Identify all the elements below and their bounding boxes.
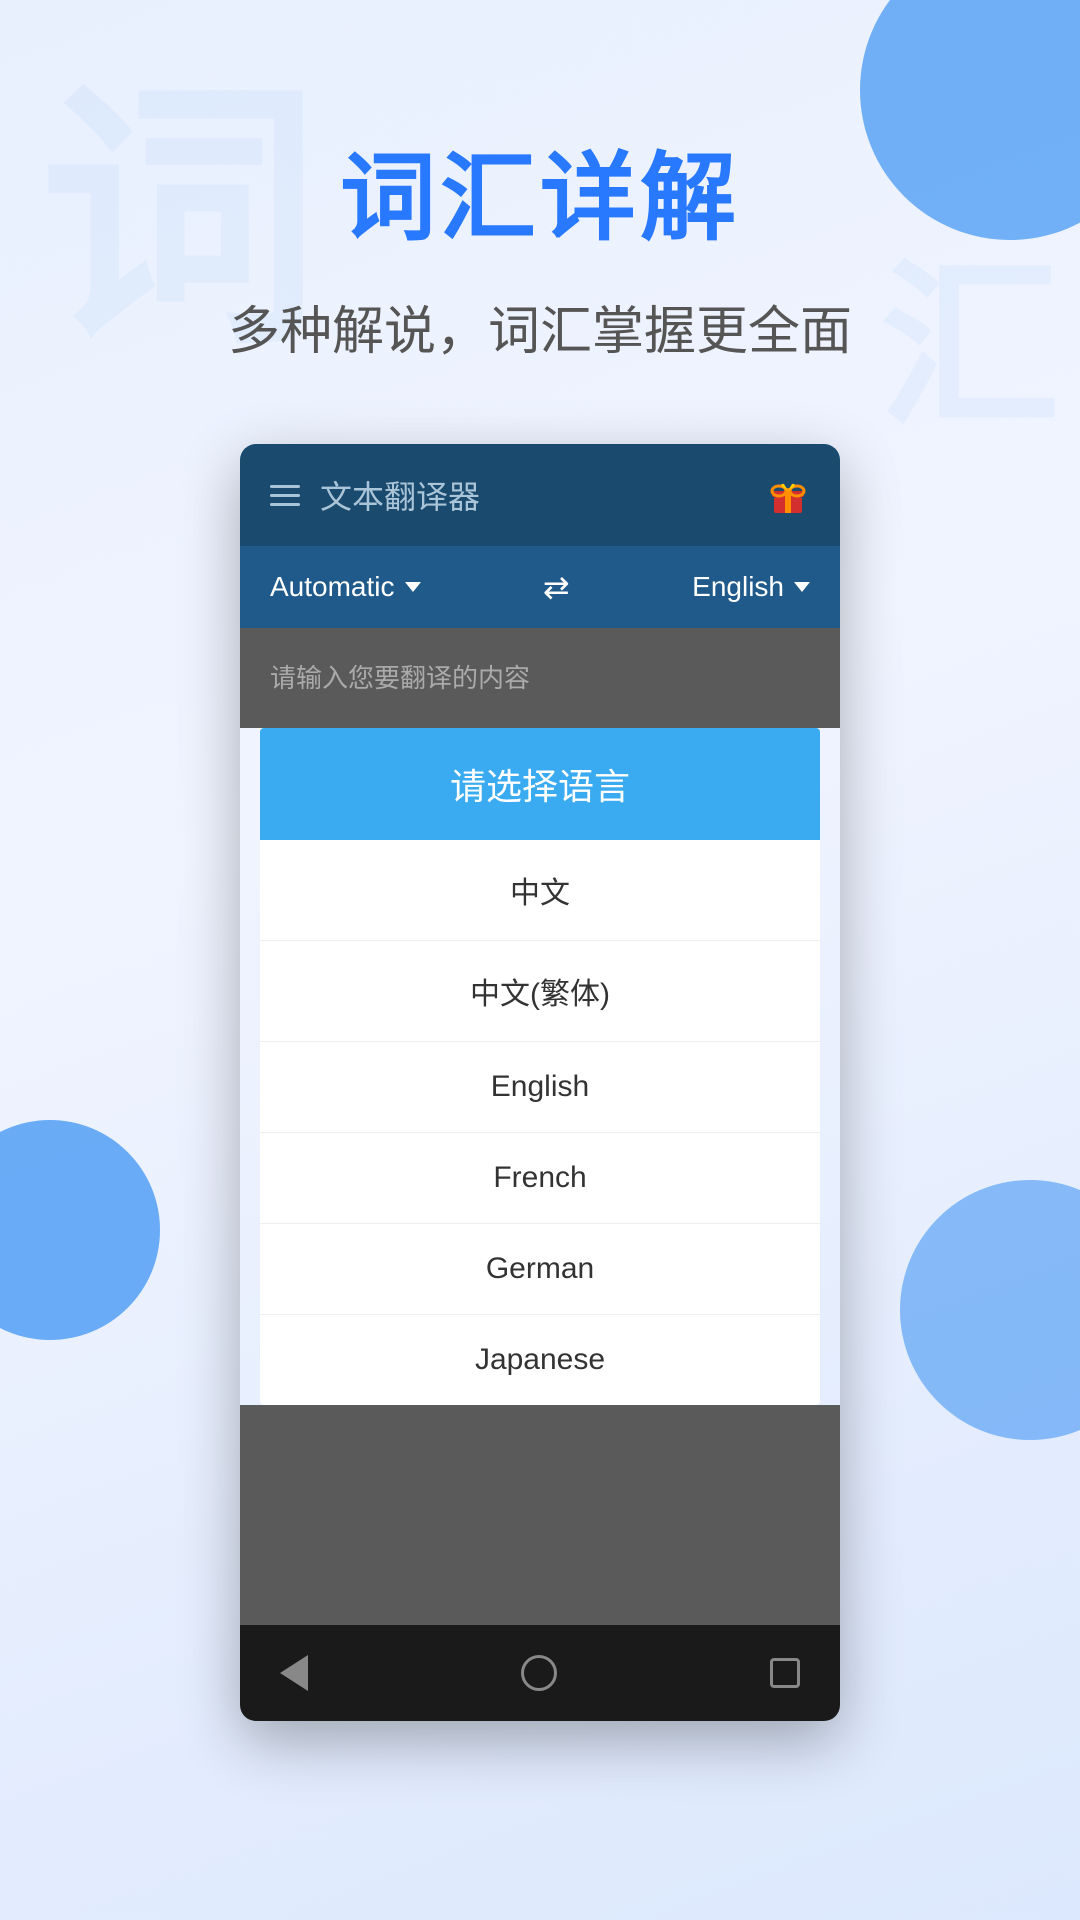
lang-option-ja[interactable]: Japanese xyxy=(260,1315,820,1405)
language-dialog: 请选择语言 中文中文(繁体)EnglishFrenchGermanJapanes… xyxy=(260,728,820,1405)
swap-icon[interactable]: ⇄ xyxy=(543,568,570,606)
main-title: 词汇详解 xyxy=(340,120,740,259)
dialog-body: 中文中文(繁体)EnglishFrenchGermanJapanese xyxy=(260,840,820,1405)
source-lang-dropdown-arrow xyxy=(405,582,421,592)
lang-bar: Automatic ⇄ English xyxy=(240,546,840,628)
nav-home-button[interactable] xyxy=(521,1655,557,1691)
source-lang-selector[interactable]: Automatic xyxy=(270,571,421,603)
gift-icon[interactable] xyxy=(766,473,810,517)
lang-option-fr[interactable]: French xyxy=(260,1133,820,1224)
content-area: 请输入您要翻译的内容 xyxy=(240,628,840,728)
target-lang-text: English xyxy=(692,571,784,603)
lang-option-en[interactable]: English xyxy=(260,1042,820,1133)
target-lang-dropdown-arrow xyxy=(794,582,810,592)
app-bar: 文本翻译器 xyxy=(240,444,840,546)
page-content: 词汇详解 多种解说，词汇掌握更全面 文本翻译器 xyxy=(0,0,1080,1721)
lang-option-zh-tw[interactable]: 中文(繁体) xyxy=(260,941,820,1042)
lang-option-zh[interactable]: 中文 xyxy=(260,840,820,941)
app-bar-title: 文本翻译器 xyxy=(320,472,480,518)
dialog-title: 请选择语言 xyxy=(450,766,630,807)
hamburger-icon[interactable] xyxy=(270,485,300,506)
target-lang-selector[interactable]: English xyxy=(692,571,810,603)
source-lang-text: Automatic xyxy=(270,571,395,603)
nav-back-button[interactable] xyxy=(280,1655,308,1691)
phone-mockup: 文本翻译器 Automatic ⇄ Engli xyxy=(240,444,840,1721)
dialog-header: 请选择语言 xyxy=(260,728,820,840)
app-bar-left: 文本翻译器 xyxy=(270,472,480,518)
nav-recents-button[interactable] xyxy=(770,1658,800,1688)
input-placeholder: 请输入您要翻译的内容 xyxy=(270,663,530,693)
nav-bar xyxy=(240,1625,840,1721)
gray-area xyxy=(240,1405,840,1625)
lang-option-de[interactable]: German xyxy=(260,1224,820,1315)
sub-title: 多种解说，词汇掌握更全面 xyxy=(228,289,852,364)
